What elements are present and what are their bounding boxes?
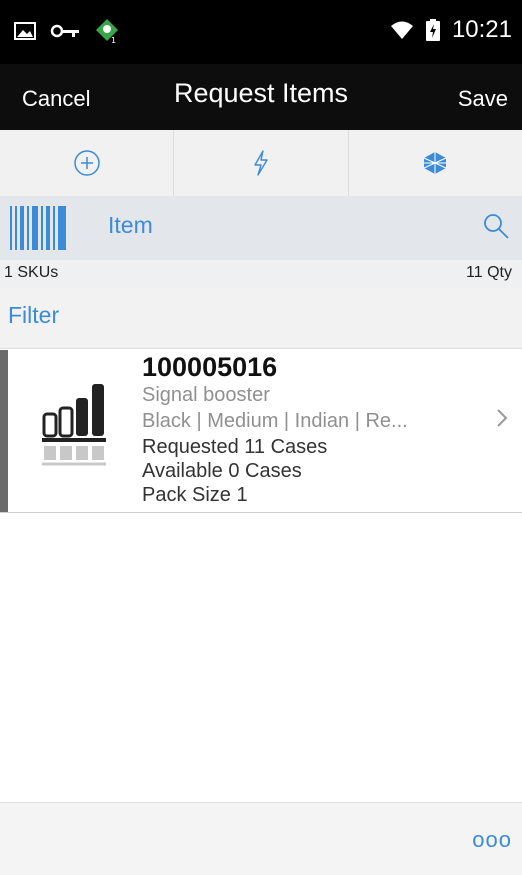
item-attributes: Black | Medium | Indian | Re... bbox=[142, 410, 408, 432]
available-quantity: Available 0 Cases bbox=[142, 460, 302, 482]
toolbar bbox=[0, 130, 522, 197]
signal-booster-icon bbox=[42, 384, 106, 466]
more-options-button[interactable]: ooo bbox=[472, 827, 512, 853]
summary-row: 1 SKUs 11 Qty bbox=[0, 260, 522, 288]
clock: 10:21 bbox=[451, 16, 512, 43]
wifi-icon bbox=[390, 21, 413, 39]
item-grid-button[interactable] bbox=[349, 130, 522, 196]
battery-icon bbox=[425, 19, 440, 41]
list-item[interactable]: 100005016 Signal booster Black | Medium … bbox=[0, 350, 522, 513]
android-notification-icon: 1 bbox=[96, 19, 118, 44]
key-icon bbox=[50, 24, 79, 38]
barcode-icon[interactable] bbox=[10, 206, 70, 250]
svg-text:1: 1 bbox=[111, 36, 116, 44]
search-icon[interactable] bbox=[482, 212, 510, 240]
filter-row: Filter bbox=[0, 288, 522, 349]
status-bar: 1 10:21 bbox=[0, 0, 522, 64]
item-accent-bar bbox=[0, 350, 8, 512]
pack-size: Pack Size 1 bbox=[142, 484, 248, 506]
add-circle-icon bbox=[73, 150, 100, 176]
save-button[interactable]: Save bbox=[458, 86, 508, 112]
filter-link[interactable]: Filter bbox=[8, 302, 59, 329]
footer-bar: ooo bbox=[0, 802, 522, 875]
requested-quantity: Requested 11 Cases bbox=[142, 436, 328, 458]
item-description: Signal booster bbox=[142, 384, 270, 406]
item-search-bar: Item bbox=[0, 196, 522, 260]
item-search-input[interactable]: Item bbox=[108, 212, 153, 239]
quick-action-button[interactable] bbox=[174, 130, 349, 196]
lightning-icon bbox=[254, 150, 268, 176]
item-id: 100005016 bbox=[142, 352, 278, 382]
cube-grid-icon bbox=[424, 152, 447, 174]
chevron-right-icon bbox=[497, 409, 508, 427]
qty-count: 11 Qty bbox=[466, 264, 512, 281]
add-item-button[interactable] bbox=[0, 130, 175, 196]
cancel-button[interactable]: Cancel bbox=[22, 86, 90, 112]
title-bar: Cancel Request Items Save bbox=[0, 64, 522, 130]
gallery-icon bbox=[14, 22, 36, 40]
sku-count: 1 SKUs bbox=[4, 264, 59, 281]
